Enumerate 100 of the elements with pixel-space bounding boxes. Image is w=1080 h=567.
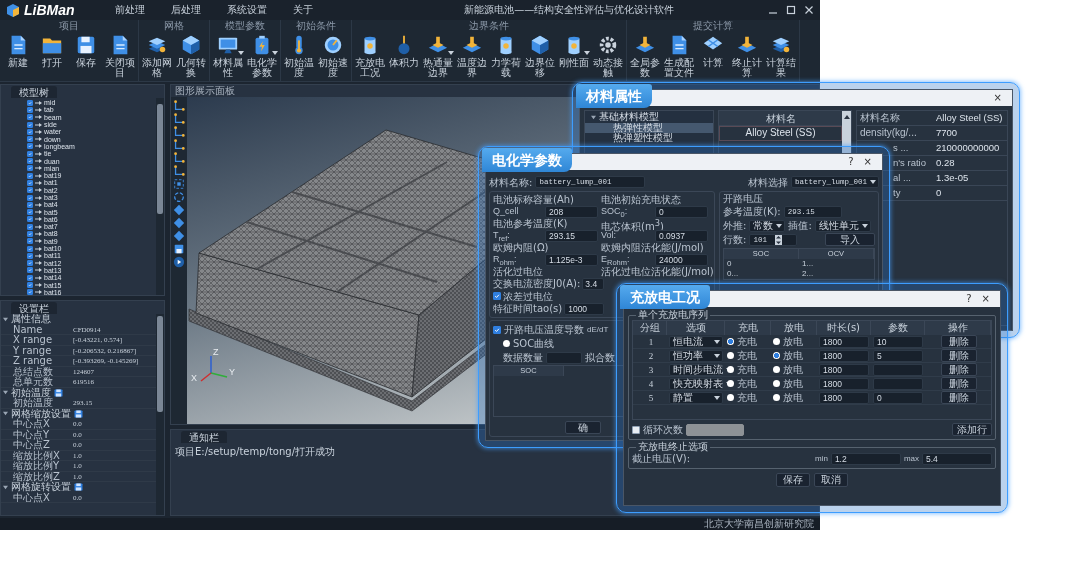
- axis-label: Y: [229, 367, 235, 377]
- dialog-title: 充放电工况: [620, 285, 710, 309]
- table-cell: 4: [633, 377, 667, 391]
- toolbar-group-label: 边界条件: [468, 20, 510, 31]
- toolbar-group-label: 网格: [163, 20, 185, 31]
- property-label: al ...: [893, 171, 912, 185]
- property-value: 0: [935, 186, 943, 200]
- property-label: ty: [893, 186, 902, 200]
- section-title: 网格旋转设置: [11, 482, 71, 493]
- field-label: 拟合数: [585, 352, 615, 363]
- radio-label: 充电: [737, 392, 757, 403]
- field-label: 特征时间tao(s): [493, 303, 563, 314]
- table-cell-text: 0: [726, 259, 733, 269]
- property-value: 1.3e-05: [935, 171, 970, 185]
- property-value: 0.28: [935, 156, 956, 170]
- section-title: 网格缩放设置: [11, 408, 71, 419]
- property-label: 缩放比例Y: [12, 461, 61, 471]
- app-logo-text: LiBMan: [24, 2, 75, 18]
- property-label: Y range: [12, 345, 53, 356]
- table-cell: 5: [633, 391, 667, 405]
- toolbar-group-label: 初始条件: [295, 20, 337, 31]
- field-label: 参考温度(K):: [723, 206, 781, 217]
- field-label: E$_{Rohm}$:: [601, 253, 630, 266]
- field-label: 活化过电位活化能(J/mol): [601, 266, 711, 277]
- group-title: 开路电压: [723, 194, 764, 204]
- property-value: Alloy Steel (SS): [935, 111, 1004, 125]
- field-label: 行数:: [723, 234, 747, 245]
- section-title: 属性信息: [11, 314, 51, 325]
- table-cell-text: 0...: [726, 269, 740, 279]
- group-title: 单个充放电序列: [637, 310, 709, 320]
- radio-label: 放电: [783, 364, 803, 375]
- unit-label: dE/dT: [587, 324, 609, 335]
- log-message: 项目E:/setup/temp/tong/打开成功: [174, 445, 337, 459]
- field-label: R$_{ohm}$:: [493, 253, 517, 266]
- field-label: 外推:: [723, 220, 747, 231]
- field-label: 材料选择: [748, 176, 788, 188]
- field-label: 截止电压(V):: [632, 453, 690, 464]
- field-label: 交换电流密度J0(A):: [493, 278, 581, 289]
- property-label: 中心点Z: [12, 440, 50, 450]
- toolbar-group-label: 模型参数: [224, 20, 266, 31]
- field-label: 材料名称:: [489, 176, 533, 188]
- property-label: density(kg/...: [859, 126, 918, 140]
- property-label: X range: [12, 335, 54, 345]
- table-cell: 2: [633, 349, 667, 363]
- field-label: 电池初始充电状态: [601, 194, 682, 205]
- axis-label: Z: [213, 347, 219, 357]
- property-label: n's ratio: [893, 156, 927, 170]
- group-title: 充放电终止选项: [637, 442, 709, 452]
- property-value: 7700: [935, 126, 959, 140]
- field-label: 数据数量: [503, 352, 543, 363]
- table-cell-text: 1...: [801, 259, 815, 269]
- property-label: s ...: [893, 141, 910, 155]
- table-cell: 1: [633, 335, 667, 349]
- field-label: 欧姆内阻活化能(J/mol): [601, 242, 705, 253]
- field-label: max: [903, 453, 919, 464]
- field-label: 插值:: [788, 220, 812, 231]
- radio-label: 充电: [737, 336, 757, 347]
- field-label: 电池标称容量(Ah): [493, 194, 575, 205]
- property-label: 材料名称: [859, 111, 901, 125]
- radio-label: SOC曲线: [513, 338, 555, 349]
- checkbox-label: 浓差过电位: [503, 290, 553, 302]
- property-label: 缩放比例Z: [13, 471, 60, 482]
- radio-label: 放电: [783, 378, 803, 389]
- dialog-title: 电化学参数: [482, 148, 572, 172]
- axis-label: X: [191, 373, 197, 383]
- property-label: Z range: [12, 356, 54, 366]
- field-label: Q_cell: [493, 205, 520, 218]
- field-label: min: [815, 453, 828, 464]
- section-title: 初始温度: [11, 387, 51, 398]
- field-label: Vol:: [601, 230, 616, 242]
- field-label: SOC$_{0}$:: [601, 205, 629, 218]
- radio-label: 放电: [783, 392, 803, 403]
- checkbox-label: 开路电压温度导数: [504, 324, 584, 335]
- property-label: 中心点X: [11, 419, 50, 429]
- property-value: 210000000000: [935, 141, 1001, 155]
- field-label: 欧姆内阻(Ω): [493, 242, 550, 253]
- dialog-title: 材料属性: [576, 84, 652, 108]
- radio-label: 充电: [737, 364, 757, 375]
- property-label: 缩放比例X: [12, 450, 61, 461]
- toolbar-group-label: 项目: [58, 20, 80, 31]
- radio-label: 充电: [737, 350, 757, 361]
- panel-title: 图形展示面板: [174, 85, 236, 97]
- property-label: 总单元数: [13, 377, 54, 387]
- field-label: 电池参考温度(K): [493, 218, 569, 229]
- table-cell-text: 2...: [801, 269, 815, 279]
- property-label: Name: [13, 324, 43, 335]
- radio-label: 放电: [783, 336, 803, 347]
- status-text: 北京大学南昌创新研究院: [704, 518, 814, 530]
- property-label: 总结点数: [12, 366, 54, 377]
- field-label: 活化过电位: [493, 266, 544, 277]
- property-label: 中心点X: [11, 492, 50, 503]
- property-label: 中心点Y: [12, 429, 51, 440]
- table-cell: 3: [633, 363, 667, 377]
- radio-label: 充电: [737, 378, 757, 389]
- field-label: T$_{ref}$:: [493, 229, 511, 242]
- toolbar-group-label: 提交计算: [692, 20, 734, 31]
- radio-label: 放电: [783, 350, 803, 361]
- property-label: 初始温度: [13, 398, 54, 408]
- window-title: 新能源电池——结构安全性评估与优化设计软件: [463, 3, 676, 17]
- checkbox-label: 循环次数: [643, 424, 683, 435]
